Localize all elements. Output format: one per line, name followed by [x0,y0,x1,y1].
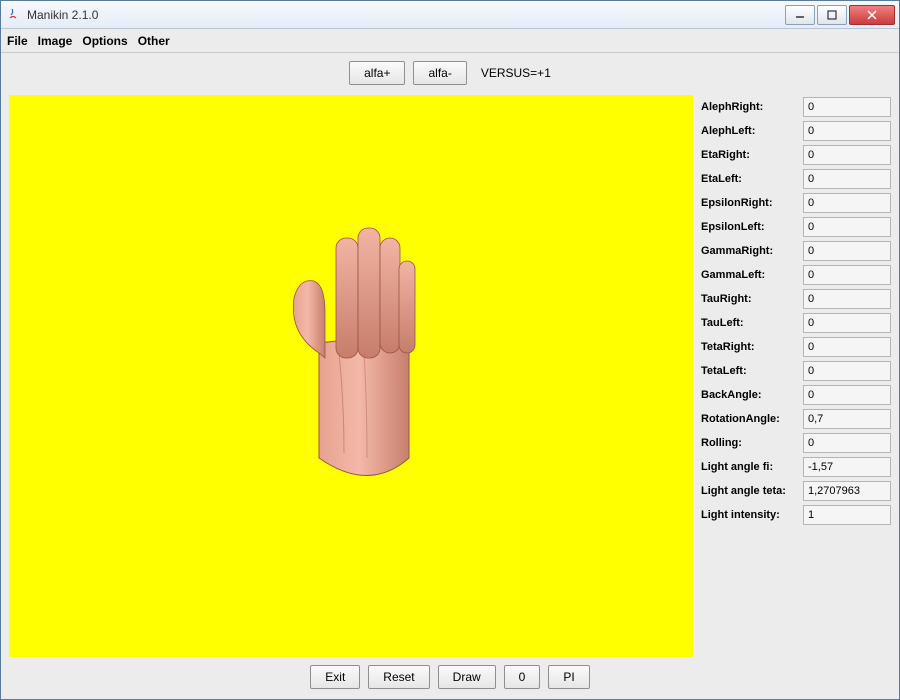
parameters-panel: AlephRight: AlephLeft: EtaRight: EtaLeft… [701,95,891,657]
param-label: TauLeft: [701,317,801,329]
param-gammaright: GammaRight: [701,241,891,261]
param-label: GammaRight: [701,245,801,257]
param-label: Light intensity: [701,509,801,521]
param-label: Light angle teta: [701,485,801,497]
param-lightangleteta: Light angle teta: [701,481,891,501]
draw-button[interactable]: Draw [438,665,496,689]
param-tauright: TauRight: [701,289,891,309]
param-etaright: EtaRight: [701,145,891,165]
window-title: Manikin 2.1.0 [27,8,98,22]
param-label: TauRight: [701,293,801,305]
param-rotationangle: RotationAngle: [701,409,891,429]
alfa-plus-button[interactable]: alfa+ [349,61,405,85]
top-toolbar: alfa+ alfa- VERSUS=+1 [1,53,899,89]
param-input-gammaleft[interactable] [803,265,891,285]
menubar: File Image Options Other [1,29,899,53]
param-label: RotationAngle: [701,413,801,425]
versus-label: VERSUS=+1 [481,66,551,80]
titlebar: Manikin 2.1.0 [1,1,899,29]
reset-button[interactable]: Reset [368,665,429,689]
exit-button[interactable]: Exit [310,665,360,689]
menu-image[interactable]: Image [38,34,73,48]
param-input-rotationangle[interactable] [803,409,891,429]
param-input-tetaleft[interactable] [803,361,891,381]
param-label: GammaLeft: [701,269,801,281]
alfa-minus-button[interactable]: alfa- [413,61,466,85]
param-label: EpsilonLeft: [701,221,801,233]
hand-model [259,203,459,493]
app-window: Manikin 2.1.0 File Image Options Other a… [0,0,900,700]
param-etaleft: EtaLeft: [701,169,891,189]
menu-options[interactable]: Options [82,34,127,48]
close-button[interactable] [849,5,895,25]
java-icon [5,7,21,23]
param-input-gammaright[interactable] [803,241,891,261]
param-input-alephright[interactable] [803,97,891,117]
minimize-button[interactable] [785,5,815,25]
param-label: Rolling: [701,437,801,449]
param-input-tauright[interactable] [803,289,891,309]
bottom-toolbar: Exit Reset Draw 0 PI [1,657,899,699]
param-lightanglefi: Light angle fi: [701,457,891,477]
menu-file[interactable]: File [7,34,28,48]
param-backangle: BackAngle: [701,385,891,405]
menu-other[interactable]: Other [138,34,170,48]
param-label: TetaLeft: [701,365,801,377]
maximize-button[interactable] [817,5,847,25]
pi-button[interactable]: PI [548,665,589,689]
param-label: EpsilonRight: [701,197,801,209]
param-tauleft: TauLeft: [701,313,891,333]
param-input-tauleft[interactable] [803,313,891,333]
param-input-rolling[interactable] [803,433,891,453]
param-label: BackAngle: [701,389,801,401]
param-lightintensity: Light intensity: [701,505,891,525]
param-label: EtaRight: [701,149,801,161]
param-input-alephleft[interactable] [803,121,891,141]
param-input-lightanglefi[interactable] [803,457,891,477]
param-input-backangle[interactable] [803,385,891,405]
param-label: AlephLeft: [701,125,801,137]
param-input-lightintensity[interactable] [803,505,891,525]
window-controls [783,5,895,25]
content-area: AlephRight: AlephLeft: EtaRight: EtaLeft… [1,89,899,657]
param-label: AlephRight: [701,101,801,113]
param-input-tetaright[interactable] [803,337,891,357]
param-epsilonright: EpsilonRight: [701,193,891,213]
param-label: TetaRight: [701,341,801,353]
param-input-etaright[interactable] [803,145,891,165]
param-input-lightangleteta[interactable] [803,481,891,501]
param-alephleft: AlephLeft: [701,121,891,141]
zero-button[interactable]: 0 [504,665,541,689]
param-label: Light angle fi: [701,461,801,473]
param-gammaleft: GammaLeft: [701,265,891,285]
viewport-3d[interactable] [9,95,693,657]
param-input-etaleft[interactable] [803,169,891,189]
param-input-epsilonleft[interactable] [803,217,891,237]
param-rolling: Rolling: [701,433,891,453]
param-tetaleft: TetaLeft: [701,361,891,381]
param-alephright: AlephRight: [701,97,891,117]
param-input-epsilonright[interactable] [803,193,891,213]
param-label: EtaLeft: [701,173,801,185]
param-tetaright: TetaRight: [701,337,891,357]
param-epsilonleft: EpsilonLeft: [701,217,891,237]
